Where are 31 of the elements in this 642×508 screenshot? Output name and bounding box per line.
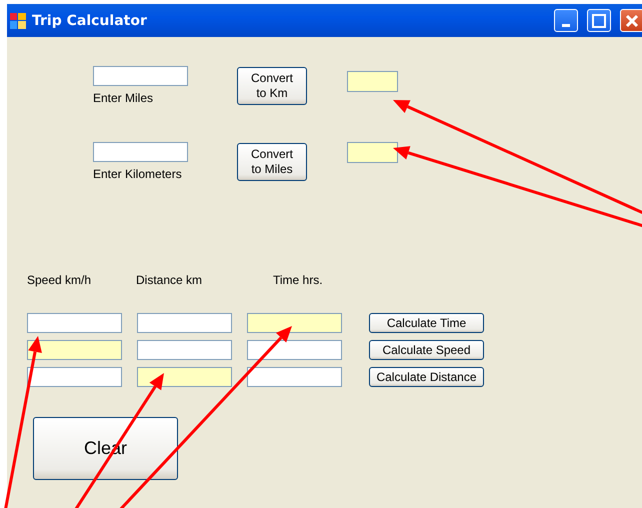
input-field[interactable] <box>137 367 232 387</box>
column-heading: Speed km/h <box>27 273 92 287</box>
calculate-button[interactable]: Calculate Time <box>369 313 484 333</box>
input-field[interactable] <box>27 367 122 387</box>
field-label: Enter Miles <box>93 91 154 105</box>
input-field[interactable] <box>93 66 188 86</box>
field-label: Enter Kilometers <box>93 167 183 181</box>
maximize-button[interactable] <box>587 9 611 32</box>
input-field[interactable] <box>27 313 122 333</box>
calculate-button[interactable]: Calculate Speed <box>369 340 484 360</box>
window-title: Trip Calculator <box>32 12 148 28</box>
maximize-icon <box>591 12 607 28</box>
minimize-icon <box>562 24 570 27</box>
convert-button[interactable]: Convert to Miles <box>237 143 307 181</box>
input-field[interactable] <box>247 367 342 387</box>
result-field[interactable] <box>347 71 398 92</box>
close-button[interactable] <box>620 9 642 32</box>
input-field[interactable] <box>27 340 122 360</box>
input-field[interactable] <box>247 340 342 360</box>
input-field[interactable] <box>137 340 232 360</box>
column-heading: Distance km <box>136 273 204 287</box>
app-icon <box>10 12 26 28</box>
input-field[interactable] <box>137 313 232 333</box>
convert-button[interactable]: Convert to Km <box>237 67 307 105</box>
column-heading: Time hrs. <box>273 273 324 287</box>
minimize-button[interactable] <box>554 9 578 32</box>
input-field[interactable] <box>247 313 342 333</box>
input-field[interactable] <box>93 142 188 162</box>
calculate-button[interactable]: Calculate Distance <box>369 367 484 387</box>
result-field[interactable] <box>347 142 398 163</box>
close-icon <box>624 12 640 28</box>
